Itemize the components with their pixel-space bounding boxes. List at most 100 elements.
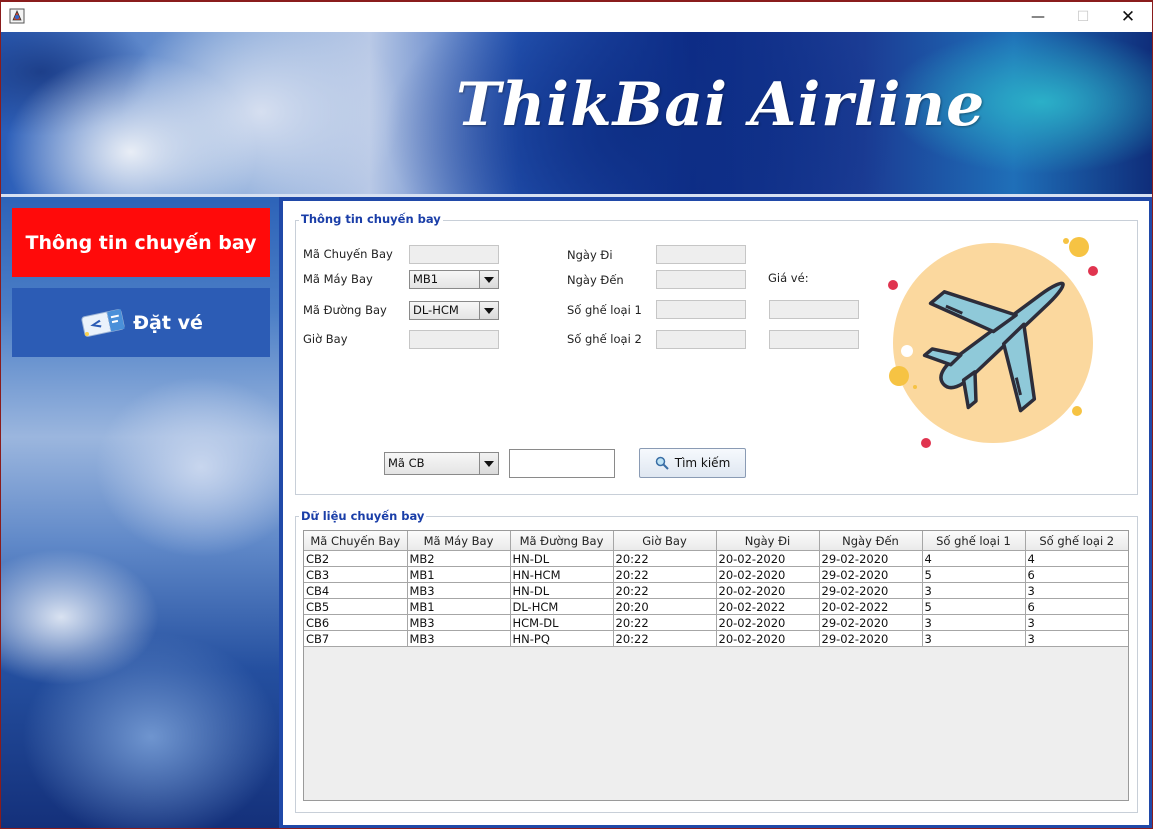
- flight-id-field[interactable]: [409, 245, 499, 264]
- flight-table[interactable]: Mã Chuyến Bay Mã Máy Bay Mã Đường Bay Gi…: [303, 530, 1129, 801]
- column-header[interactable]: Giờ Bay: [612, 531, 717, 551]
- search-field-select[interactable]: Mã CB: [384, 452, 499, 475]
- flight-id-label: Mã Chuyến Bay: [303, 247, 393, 261]
- departure-time-label: Giờ Bay: [303, 332, 348, 346]
- table-cell: 4: [1024, 550, 1128, 567]
- column-header[interactable]: Mã Máy Bay: [406, 531, 511, 551]
- table-cell: MB1: [406, 566, 511, 583]
- search-icon: [655, 456, 669, 470]
- route-id-value: DL-HCM: [413, 303, 459, 317]
- table-cell: DL-HCM: [509, 598, 614, 615]
- table-cell: 20:22: [612, 630, 717, 647]
- table-cell: CB7: [304, 630, 408, 647]
- ticket-icon: [81, 308, 125, 337]
- price-label: Giá vé:: [768, 271, 809, 285]
- departure-date-field[interactable]: [656, 245, 746, 264]
- flight-data-table: Mã Chuyến Bay Mã Máy Bay Mã Đường Bay Gi…: [304, 531, 1128, 647]
- departure-time-field[interactable]: [409, 330, 499, 349]
- table-cell: 3: [921, 582, 1026, 599]
- seat-class2-field[interactable]: [656, 330, 746, 349]
- flight-info-group-title: Thông tin chuyến bay: [299, 212, 443, 226]
- table-cell: HCM-DL: [509, 614, 614, 631]
- table-row[interactable]: CB7 MB3 HN-PQ 20:22 20-02-2020 29-02-202…: [304, 630, 1128, 647]
- table-cell: HN-DL: [509, 550, 614, 567]
- table-cell: 20:22: [612, 582, 717, 599]
- table-row[interactable]: CB3 MB1 HN-HCM 20:22 20-02-2020 29-02-20…: [304, 566, 1128, 583]
- table-cell: 3: [921, 614, 1026, 631]
- column-header[interactable]: Số ghế loại 1: [921, 531, 1026, 551]
- plane-id-label: Mã Máy Bay: [303, 272, 373, 286]
- plane-id-select[interactable]: MB1: [409, 270, 499, 289]
- search-field-value: Mã CB: [388, 456, 425, 470]
- minimize-button[interactable]: —: [1015, 2, 1061, 32]
- sidebar-item-book-ticket[interactable]: Đặt vé: [12, 288, 270, 357]
- table-cell: 20-02-2022: [715, 598, 820, 615]
- sidebar-item-label: Đặt vé: [133, 311, 203, 334]
- table-cell: 3: [1024, 582, 1128, 599]
- title-bar: — ☐ ✕: [1, 2, 1152, 32]
- chevron-down-icon[interactable]: [479, 302, 498, 319]
- departure-date-label: Ngày Đi: [567, 248, 613, 262]
- table-row[interactable]: CB5 MB1 DL-HCM 20:20 20-02-2022 20-02-20…: [304, 598, 1128, 615]
- table-cell: MB1: [406, 598, 511, 615]
- java-app-icon: [9, 8, 25, 24]
- seat-class1-label: Số ghế loại 1: [567, 303, 642, 317]
- table-cell: 29-02-2020: [818, 582, 923, 599]
- table-cell: CB3: [304, 566, 408, 583]
- table-cell: MB2: [406, 550, 511, 567]
- search-button[interactable]: Tìm kiếm: [639, 448, 746, 478]
- chevron-down-icon[interactable]: [479, 453, 498, 474]
- table-cell: MB3: [406, 614, 511, 631]
- table-cell: HN-HCM: [509, 566, 614, 583]
- column-header[interactable]: Mã Đường Bay: [509, 531, 614, 551]
- table-cell: CB2: [304, 550, 408, 567]
- table-cell: CB6: [304, 614, 408, 631]
- table-row[interactable]: CB4 MB3 HN-DL 20:22 20-02-2020 29-02-202…: [304, 582, 1128, 599]
- table-cell: HN-DL: [509, 582, 614, 599]
- table-cell: 29-02-2020: [818, 566, 923, 583]
- route-id-select[interactable]: DL-HCM: [409, 301, 499, 320]
- table-cell: 20-02-2020: [715, 582, 820, 599]
- column-header[interactable]: Ngày Đi: [715, 531, 820, 551]
- table-row[interactable]: CB2 MB2 HN-DL 20:22 20-02-2020 29-02-202…: [304, 550, 1128, 567]
- sidebar-item-label: Thông tin chuyến bay: [25, 231, 257, 254]
- main-panel: Thông tin chuyến bay Mã Chuyến Bay Mã Má…: [279, 197, 1152, 828]
- table-cell: 6: [1024, 566, 1128, 583]
- table-cell: 20-02-2022: [818, 598, 923, 615]
- table-cell: 20:22: [612, 566, 717, 583]
- table-cell: 5: [921, 598, 1026, 615]
- sidebar: Thông tin chuyến bay Đặt vé: [1, 197, 279, 828]
- airplane-illustration: [888, 237, 1098, 448]
- column-header[interactable]: Ngày Đến: [818, 531, 923, 551]
- table-row[interactable]: CB6 MB3 HCM-DL 20:22 20-02-2020 29-02-20…: [304, 614, 1128, 631]
- price-class1-field[interactable]: [769, 300, 859, 319]
- maximize-button[interactable]: ☐: [1060, 2, 1106, 32]
- arrival-date-label: Ngày Đến: [567, 273, 624, 287]
- table-cell: 3: [921, 630, 1026, 647]
- search-input[interactable]: [509, 449, 615, 478]
- table-cell: 20-02-2020: [715, 630, 820, 647]
- table-cell: 29-02-2020: [818, 630, 923, 647]
- arrival-date-field[interactable]: [656, 270, 746, 289]
- table-cell: 20-02-2020: [715, 614, 820, 631]
- search-button-label: Tìm kiếm: [674, 456, 731, 470]
- table-cell: 20:20: [612, 598, 717, 615]
- main-content: Thông tin chuyến bay Mã Chuyến Bay Mã Má…: [283, 201, 1149, 825]
- table-cell: 3: [1024, 614, 1128, 631]
- table-cell: MB3: [406, 582, 511, 599]
- flight-data-group-title: Dữ liệu chuyến bay: [299, 509, 427, 523]
- table-cell: HN-PQ: [509, 630, 614, 647]
- table-cell: 4: [921, 550, 1026, 567]
- seat-class2-label: Số ghế loại 2: [567, 332, 642, 346]
- table-cell: 20-02-2020: [715, 566, 820, 583]
- table-cell: 20:22: [612, 614, 717, 631]
- table-cell: CB4: [304, 582, 408, 599]
- chevron-down-icon[interactable]: [479, 271, 498, 288]
- close-button[interactable]: ✕: [1105, 2, 1151, 32]
- column-header[interactable]: Số ghế loại 2: [1024, 531, 1128, 551]
- column-header[interactable]: Mã Chuyến Bay: [304, 531, 408, 551]
- seat-class1-field[interactable]: [656, 300, 746, 319]
- price-class2-field[interactable]: [769, 330, 859, 349]
- table-cell: MB3: [406, 630, 511, 647]
- sidebar-item-flight-info[interactable]: Thông tin chuyến bay: [12, 208, 270, 277]
